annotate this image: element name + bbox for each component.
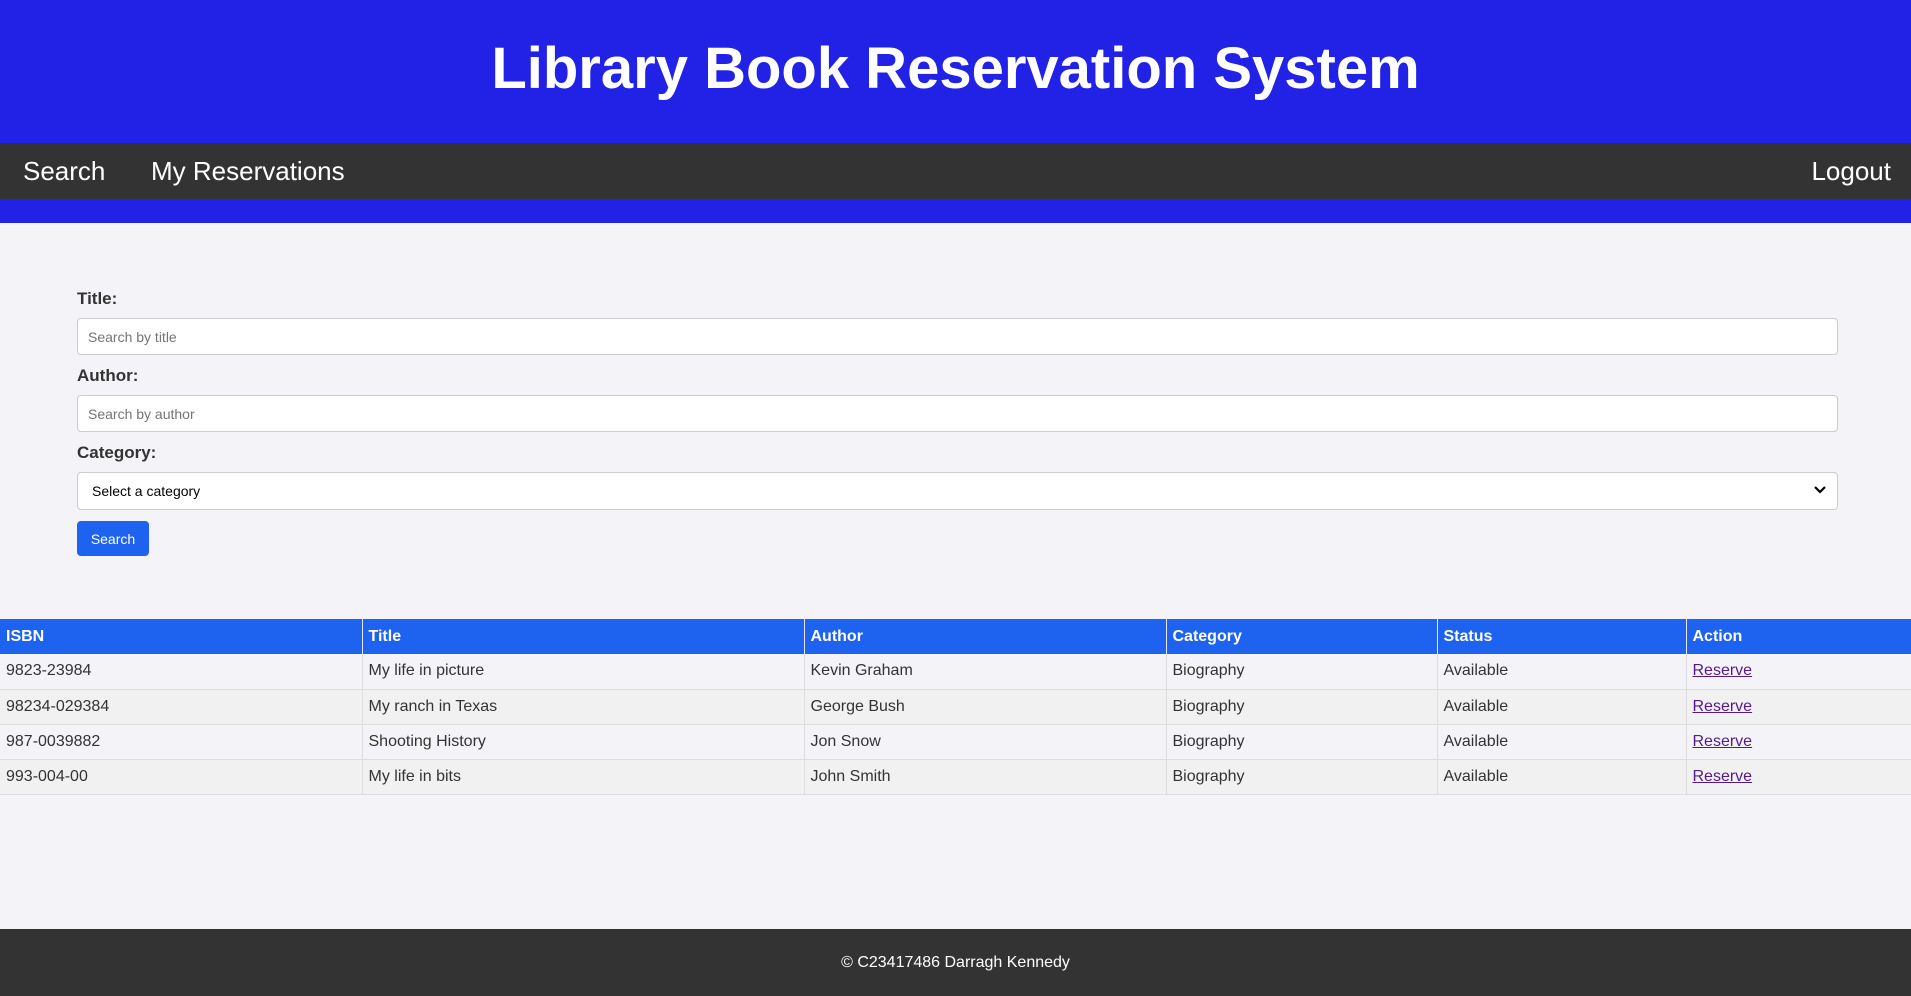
- table-row: 9823-23984 My life in picture Kevin Grah…: [0, 654, 1911, 689]
- chevron-down-icon: [1812, 481, 1828, 499]
- column-header-status: Status: [1437, 619, 1687, 654]
- page-header: Library Book Reservation System: [0, 0, 1911, 143]
- cell-category: Biography: [1166, 724, 1438, 759]
- cell-isbn: 987-0039882: [0, 724, 363, 759]
- table-header-row: ISBN Title Author Category Status Action: [0, 619, 1911, 654]
- cell-status: Available: [1437, 724, 1687, 759]
- cell-action: Reserve: [1686, 689, 1911, 724]
- author-search-input[interactable]: [77, 395, 1838, 432]
- cell-status: Available: [1437, 654, 1687, 689]
- cell-author: George Bush: [804, 689, 1167, 724]
- column-header-isbn: ISBN: [0, 619, 363, 654]
- navbar: Search My Reservations Logout: [0, 143, 1911, 199]
- cell-title: My ranch in Texas: [362, 689, 805, 724]
- page-footer: © C23417486 Darragh Kennedy: [0, 929, 1911, 996]
- cell-category: Biography: [1166, 654, 1438, 689]
- cell-author: Jon Snow: [804, 724, 1167, 759]
- cell-status: Available: [1437, 689, 1687, 724]
- nav-my-reservations-link[interactable]: My Reservations: [151, 156, 345, 187]
- cell-action: Reserve: [1686, 724, 1911, 759]
- title-label: Title:: [77, 289, 118, 308]
- reserve-link[interactable]: Reserve: [1693, 698, 1753, 715]
- cell-isbn: 993-004-00: [0, 759, 363, 794]
- cell-title: Shooting History: [362, 724, 805, 759]
- cell-isbn: 98234-029384: [0, 689, 363, 724]
- category-select[interactable]: Select a category: [77, 472, 1838, 510]
- author-label: Author:: [77, 366, 139, 385]
- reserve-link[interactable]: Reserve: [1693, 662, 1753, 679]
- nav-logout-link[interactable]: Logout: [1811, 156, 1891, 187]
- cell-isbn: 9823-23984: [0, 654, 363, 689]
- cell-title: My life in picture: [362, 654, 805, 689]
- cell-title: My life in bits: [362, 759, 805, 794]
- column-header-action: Action: [1692, 627, 1743, 645]
- cell-category: Biography: [1166, 689, 1438, 724]
- books-table: ISBN Title Author Category Status Action…: [0, 619, 1911, 795]
- column-header-category: Category: [1166, 619, 1438, 654]
- table-row: 98234-029384 My ranch in Texas George Bu…: [0, 689, 1911, 724]
- reserve-link[interactable]: Reserve: [1693, 733, 1753, 750]
- search-form: Title: Author: Category: Select a catego…: [77, 288, 1838, 556]
- column-header-author: Author: [804, 619, 1167, 654]
- cell-category: Biography: [1166, 759, 1438, 794]
- header-strip: [0, 199, 1911, 223]
- title-search-input[interactable]: [77, 318, 1838, 355]
- category-select-value: Select a category: [77, 472, 1838, 510]
- footer-copyright: © C23417486 Darragh Kennedy: [841, 953, 1070, 971]
- reserve-link[interactable]: Reserve: [1693, 768, 1753, 785]
- cell-action: Reserve: [1686, 759, 1911, 794]
- cell-author: Kevin Graham: [804, 654, 1167, 689]
- cell-author: John Smith: [804, 759, 1167, 794]
- cell-status: Available: [1437, 759, 1687, 794]
- page-title: Library Book Reservation System: [491, 36, 1420, 101]
- category-label: Category:: [77, 443, 157, 462]
- table-row: 987-0039882 Shooting History Jon Snow Bi…: [0, 724, 1911, 759]
- column-header-title: Title: [362, 619, 805, 654]
- table-row: 993-004-00 My life in bits John Smith Bi…: [0, 759, 1911, 794]
- nav-search-link[interactable]: Search: [23, 156, 105, 187]
- search-button[interactable]: Search: [77, 521, 149, 556]
- cell-action: Reserve: [1686, 654, 1911, 689]
